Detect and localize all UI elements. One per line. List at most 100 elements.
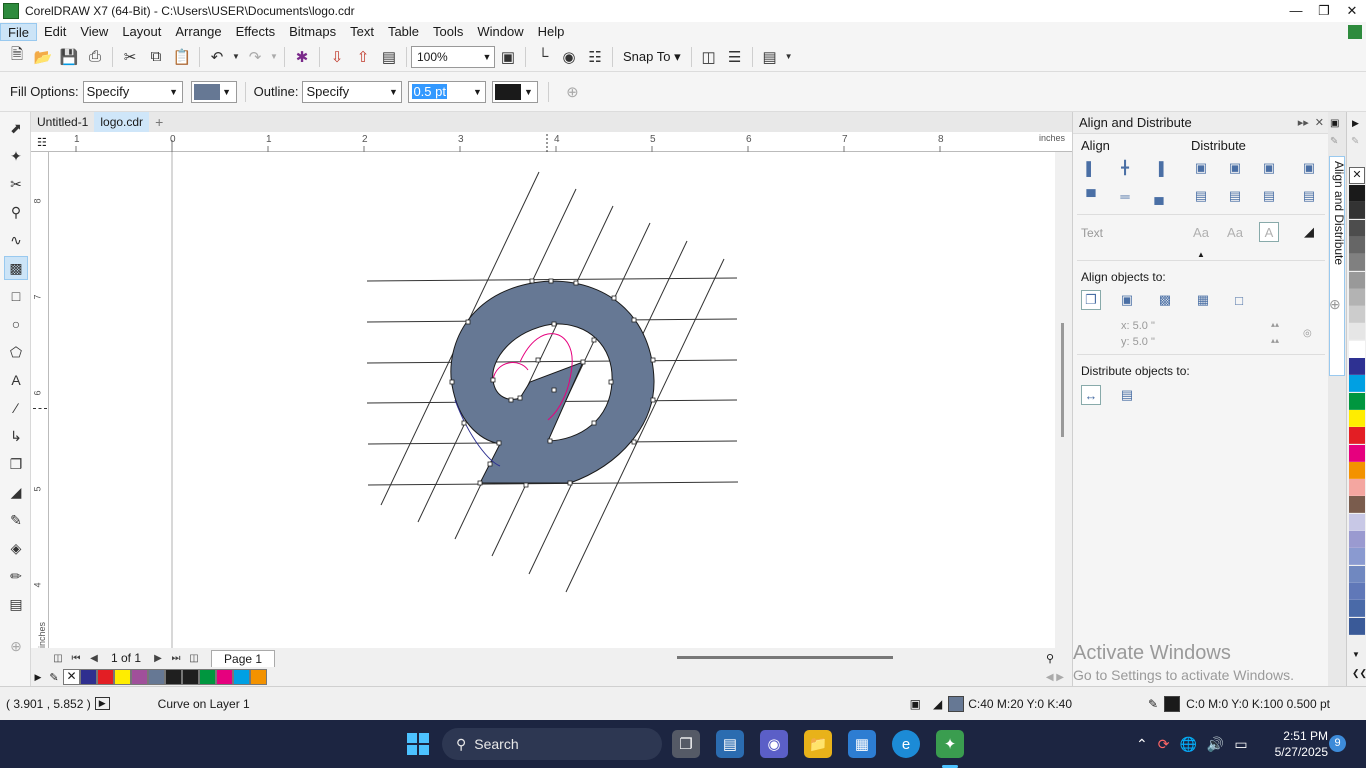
- palette-color-swatch[interactable]: [1349, 254, 1365, 272]
- menu-view[interactable]: View: [73, 23, 115, 41]
- palette-color-swatch[interactable]: [1349, 600, 1365, 618]
- add-page-before-icon[interactable]: ◫: [49, 653, 67, 664]
- palette-scroll-down-icon[interactable]: ▼: [1352, 650, 1360, 659]
- menu-layout[interactable]: Layout: [115, 23, 168, 41]
- distribute-bottom-icon[interactable]: ▤: [1299, 186, 1319, 206]
- options-icon[interactable]: ☰: [722, 45, 748, 69]
- paste-icon[interactable]: 📋: [169, 45, 195, 69]
- copy-icon[interactable]: ⧉: [143, 45, 169, 69]
- taskbar-clock[interactable]: 2:51 PM 5/27/2025: [1262, 728, 1328, 760]
- menu-effects[interactable]: Effects: [229, 23, 283, 41]
- snap-to-button[interactable]: Snap To ▾: [617, 49, 687, 65]
- palette-color-swatch[interactable]: [1349, 185, 1365, 202]
- notification-badge[interactable]: 9: [1329, 735, 1346, 752]
- align-center-vertical-icon[interactable]: ═: [1115, 186, 1135, 206]
- rectangle-tool-icon[interactable]: □: [4, 284, 28, 308]
- minimize-button[interactable]: —: [1282, 3, 1310, 19]
- volume-icon[interactable]: 🔊: [1207, 736, 1224, 753]
- vertical-scroll-thumb[interactable]: [1061, 323, 1064, 437]
- palette-color-swatch[interactable]: [1349, 444, 1365, 462]
- palette-color-swatch[interactable]: [1349, 565, 1365, 583]
- palette-color-swatch[interactable]: [1349, 427, 1365, 445]
- status-expand-icon[interactable]: ▶: [94, 697, 110, 710]
- palette-color-swatch[interactable]: [1349, 392, 1365, 410]
- color-proof-icon[interactable]: ▣: [910, 697, 921, 711]
- distribute-top-icon[interactable]: ▤: [1191, 186, 1211, 206]
- redo-dropdown-icon[interactable]: ▼: [268, 45, 280, 69]
- document-palette-swatch[interactable]: [250, 669, 267, 685]
- chat-icon[interactable]: ◉: [760, 730, 788, 758]
- y-coordinate-field[interactable]: y: 5.0 ": [1121, 336, 1155, 348]
- docker-close-icon[interactable]: ✕: [1315, 116, 1324, 129]
- pick-point-icon[interactable]: ◎: [1303, 328, 1312, 339]
- align-top-icon[interactable]: ▀: [1081, 186, 1101, 206]
- menu-file[interactable]: File: [0, 23, 37, 41]
- text-last-baseline-icon[interactable]: Aa: [1225, 222, 1245, 242]
- fill-color-picker[interactable]: ▼: [190, 80, 237, 103]
- new-tab-icon[interactable]: +: [149, 112, 169, 132]
- distribute-to-page-icon[interactable]: ▤: [1117, 385, 1137, 405]
- pick-tool-icon[interactable]: ⬈: [4, 116, 28, 140]
- menu-bitmaps[interactable]: Bitmaps: [282, 23, 343, 41]
- widgets-icon[interactable]: ▤: [716, 730, 744, 758]
- interactive-fill-tool-icon[interactable]: ◈: [4, 536, 28, 560]
- vertical-ruler[interactable]: 8 7 6 5 4 inches: [31, 152, 49, 648]
- palette-color-swatch[interactable]: [1349, 461, 1365, 479]
- grid-icon[interactable]: ▦: [1193, 290, 1213, 310]
- add-tool-icon[interactable]: ⊕: [4, 634, 28, 658]
- freehand-tool-icon[interactable]: ∿: [4, 228, 28, 252]
- align-center-horizontal-icon[interactable]: ╋: [1115, 158, 1135, 178]
- text-first-baseline-icon[interactable]: Aa: [1191, 222, 1211, 242]
- text-bounding-box-icon[interactable]: A: [1259, 222, 1279, 242]
- shape-tool-icon[interactable]: ✦: [4, 144, 28, 168]
- collapse-arrow-icon[interactable]: ▲: [1197, 250, 1205, 259]
- menu-arrange[interactable]: Arrange: [168, 23, 228, 41]
- zoom-fit-icon[interactable]: ⚲: [1046, 652, 1054, 665]
- close-button[interactable]: ✕: [1338, 3, 1366, 19]
- application-launcher-icon[interactable]: ▤: [757, 45, 783, 69]
- palette-color-swatch[interactable]: [1349, 306, 1365, 324]
- add-docker-icon[interactable]: ⊕: [1329, 296, 1341, 313]
- align-right-icon[interactable]: ▐: [1149, 158, 1169, 178]
- distribute-left-icon[interactable]: ▣: [1191, 158, 1211, 178]
- menu-window[interactable]: Window: [470, 23, 530, 41]
- palette-color-swatch[interactable]: [1349, 375, 1365, 393]
- edge-icon[interactable]: e: [892, 730, 920, 758]
- no-color-swatch[interactable]: ✕: [63, 669, 80, 685]
- specified-point-icon[interactable]: □: [1229, 290, 1249, 310]
- undo-icon[interactable]: ↶: [204, 45, 230, 69]
- restore-button[interactable]: ❐: [1310, 3, 1338, 19]
- document-palette-swatch[interactable]: [131, 669, 148, 685]
- crop-tool-icon[interactable]: ✂: [4, 172, 28, 196]
- outline-width-input[interactable]: 0.5 pt ▼: [408, 80, 487, 103]
- palette-eyedropper-icon[interactable]: ✎: [1351, 136, 1359, 147]
- first-page-icon[interactable]: ⏮: [67, 653, 85, 664]
- distribute-center-horizontal-icon[interactable]: ▣: [1225, 158, 1245, 178]
- export-icon[interactable]: ⇧: [350, 45, 376, 69]
- launcher-dropdown-icon[interactable]: ▼: [783, 45, 795, 69]
- document-palette-swatch[interactable]: [199, 669, 216, 685]
- horizontal-ruler[interactable]: ☷ 1 0 1 2 3 4 5 6 7 8 inches: [31, 132, 1072, 152]
- outline-select[interactable]: Specify ▼: [302, 80, 403, 103]
- document-palette-swatch[interactable]: [216, 669, 233, 685]
- search-content-icon[interactable]: ✱: [289, 45, 315, 69]
- palette-color-swatch[interactable]: [1349, 548, 1365, 566]
- smart-fill-tool-icon[interactable]: ▩: [4, 256, 28, 280]
- taskbar-search[interactable]: ⚲ Search: [442, 728, 662, 760]
- zoom-tool-icon[interactable]: ⚲: [4, 200, 28, 224]
- distribute-right-icon[interactable]: ▣: [1299, 158, 1319, 178]
- eyedropper-icon[interactable]: ✎: [45, 671, 63, 684]
- task-view-icon[interactable]: ❐: [672, 730, 700, 758]
- add-page-after-icon[interactable]: ◫: [185, 653, 203, 664]
- battery-icon[interactable]: ▭: [1234, 736, 1247, 753]
- document-palette-swatch[interactable]: [233, 669, 250, 685]
- document-palette-swatch[interactable]: [114, 669, 131, 685]
- palette-color-swatch[interactable]: [1349, 582, 1365, 600]
- palette-color-swatch[interactable]: [1349, 219, 1365, 237]
- start-icon[interactable]: [404, 730, 432, 758]
- add-preset-icon[interactable]: ⊕: [559, 80, 585, 104]
- text-tool-icon[interactable]: A: [4, 368, 28, 392]
- ellipse-tool-icon[interactable]: ○: [4, 312, 28, 336]
- no-fill-swatch[interactable]: ✕: [1349, 167, 1365, 184]
- palette-color-swatch[interactable]: [1349, 236, 1365, 254]
